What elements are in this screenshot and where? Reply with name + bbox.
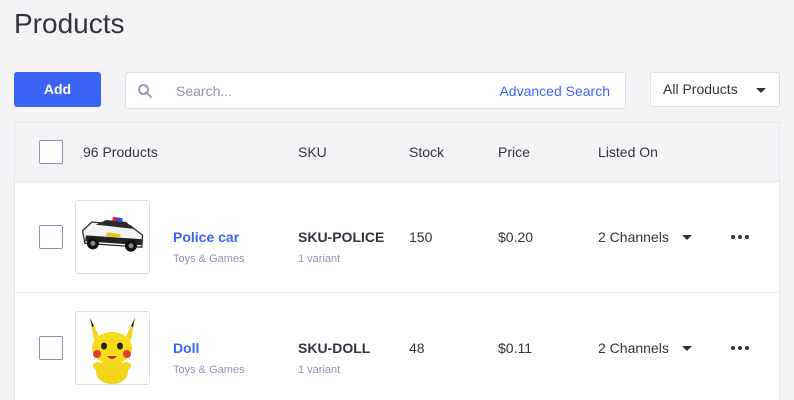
product-sku: SKU-DOLL xyxy=(298,340,371,356)
police-car-image xyxy=(81,217,144,252)
advanced-search-link[interactable]: Advanced Search xyxy=(499,83,610,99)
product-thumbnail[interactable] xyxy=(75,200,150,274)
product-category: Toys & Games xyxy=(173,364,245,376)
chevron-down-icon[interactable] xyxy=(682,346,692,351)
product-name-link[interactable]: Police car xyxy=(173,229,239,245)
table-row[interactable]: Doll Toys & Games SKU-DOLL 1 variant 48 … xyxy=(15,293,779,400)
filter-selected-value: All Products xyxy=(663,81,738,97)
products-table: 96 Products SKU Stock Price Listed On Po… xyxy=(14,122,780,400)
product-category: Toys & Games xyxy=(173,253,245,265)
listed-channels-dropdown[interactable]: 2 Channels xyxy=(598,229,669,245)
header-listed-on[interactable]: Listed On xyxy=(598,144,658,160)
table-header: 96 Products SKU Stock Price Listed On xyxy=(15,123,779,182)
product-filter-select[interactable]: All Products xyxy=(650,72,780,107)
row-select-checkbox[interactable] xyxy=(39,336,63,360)
chevron-down-icon xyxy=(756,88,766,93)
select-all-checkbox[interactable] xyxy=(39,140,63,164)
table-row[interactable]: Police car Toys & Games SKU-POLICE 1 var… xyxy=(15,182,779,293)
chevron-down-icon[interactable] xyxy=(682,235,692,240)
page-title: Products xyxy=(14,8,125,39)
search-bar[interactable]: Advanced Search xyxy=(125,72,626,109)
product-name-link[interactable]: Doll xyxy=(173,340,199,356)
product-sku: SKU-POLICE xyxy=(298,229,385,245)
doll-image xyxy=(90,318,135,384)
search-input[interactable] xyxy=(176,73,476,108)
product-stock: 48 xyxy=(409,340,425,356)
add-product-button[interactable]: Add xyxy=(14,72,101,107)
product-variant-count: 1 variant xyxy=(298,364,341,376)
search-icon xyxy=(138,84,152,98)
header-sku[interactable]: SKU xyxy=(298,144,327,160)
product-thumbnail[interactable] xyxy=(75,311,150,385)
listed-channels-dropdown[interactable]: 2 Channels xyxy=(598,340,669,356)
more-actions-icon[interactable] xyxy=(731,234,749,240)
product-price: $0.11 xyxy=(498,340,532,356)
more-actions-icon[interactable] xyxy=(731,345,749,351)
row-select-checkbox[interactable] xyxy=(39,225,63,249)
product-stock: 150 xyxy=(409,229,433,245)
header-product-count: 96 Products xyxy=(83,144,158,160)
header-stock[interactable]: Stock xyxy=(409,144,444,160)
product-price: $0.20 xyxy=(498,229,534,245)
header-price[interactable]: Price xyxy=(498,144,530,160)
product-variant-count: 1 variant xyxy=(298,253,341,265)
